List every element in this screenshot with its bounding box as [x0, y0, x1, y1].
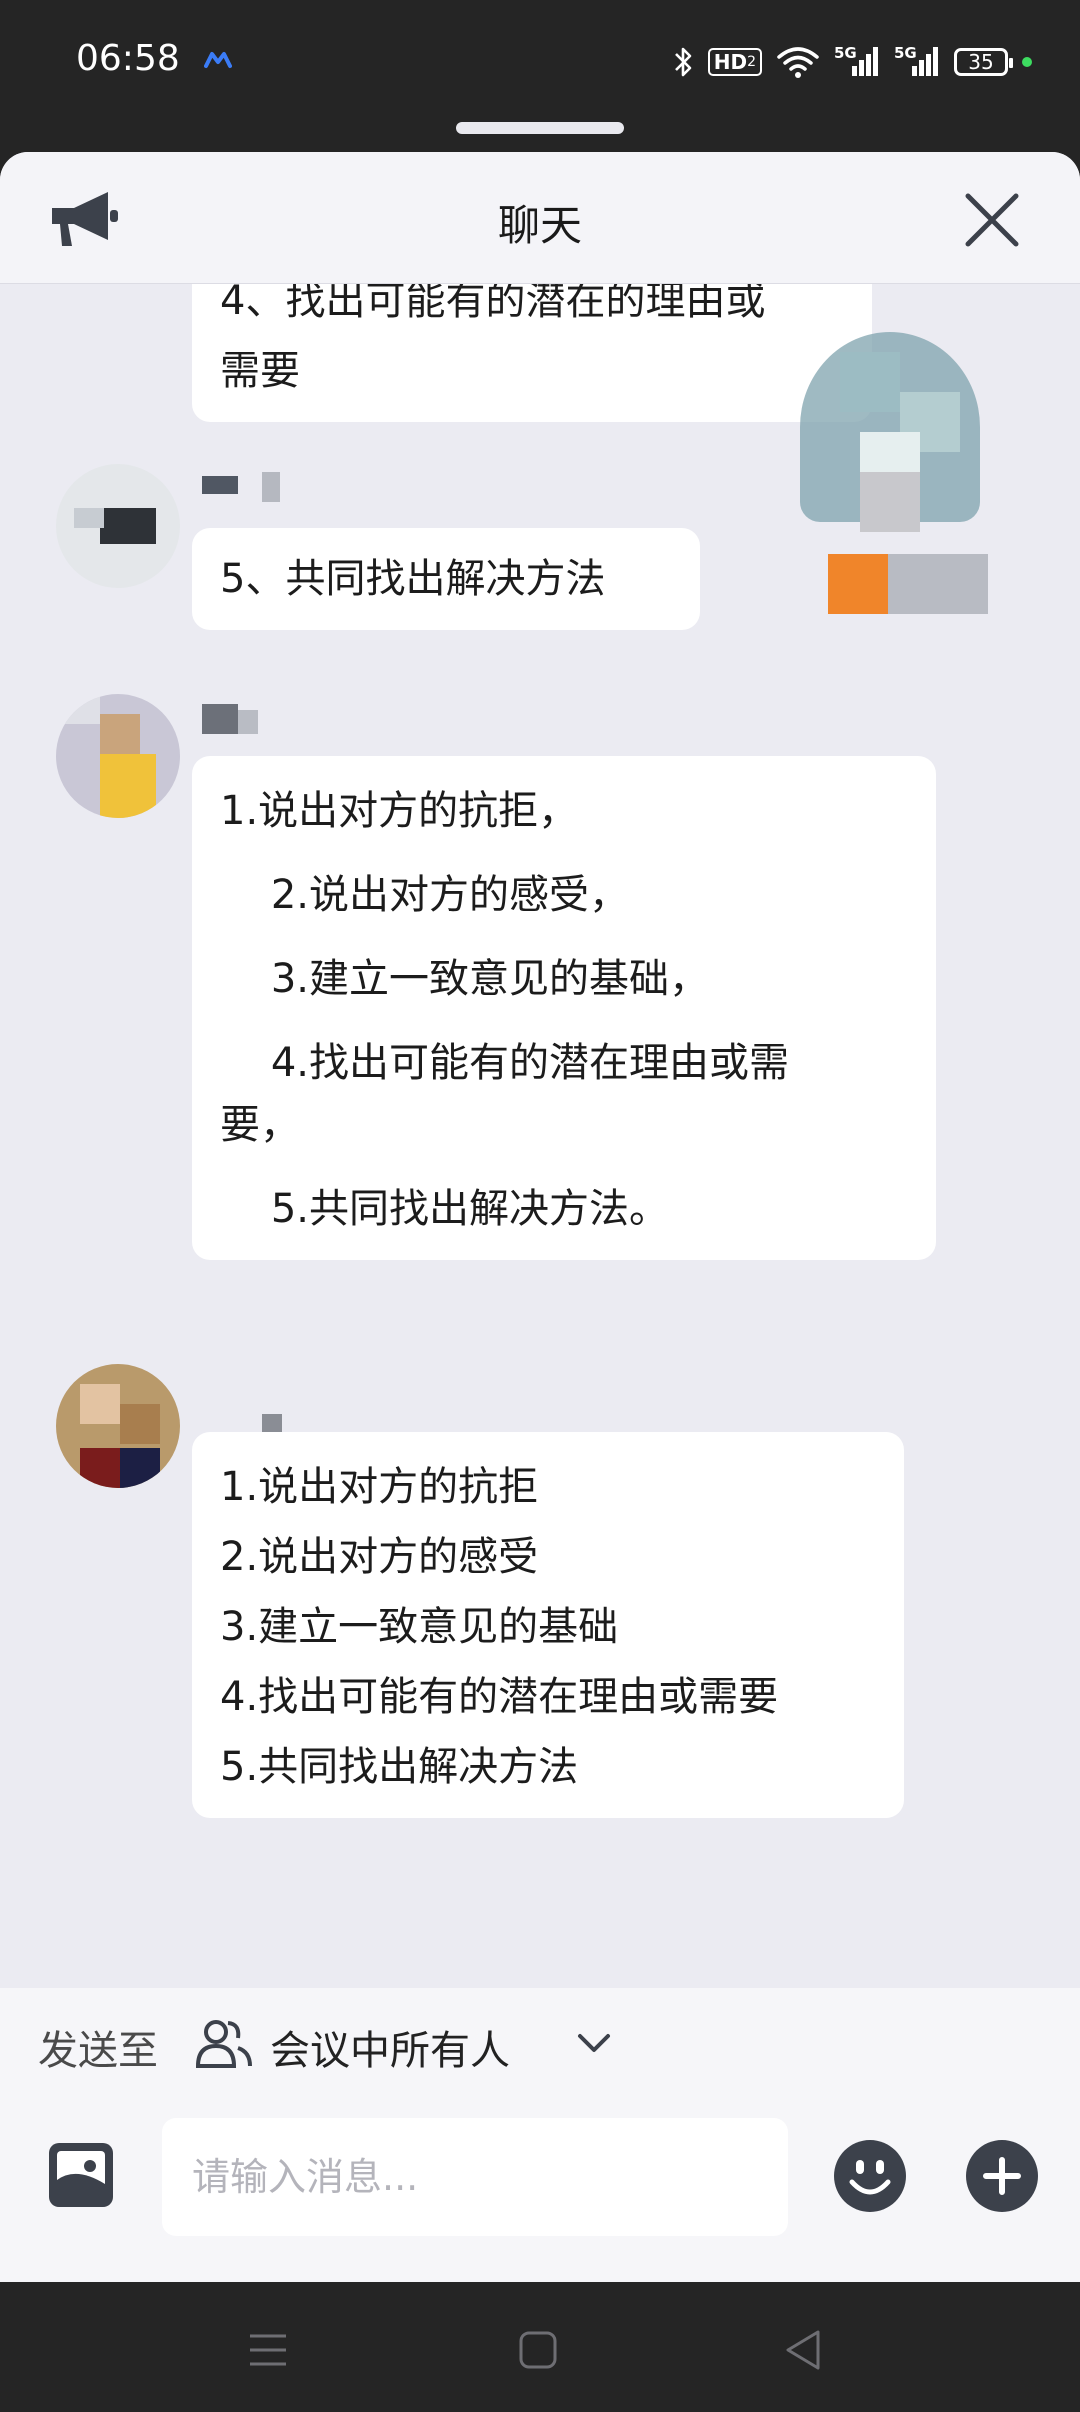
- menu-icon[interactable]: [238, 2320, 298, 2380]
- message-bubble[interactable]: 1.说出对方的抗拒， 2.说出对方的感受， 3.建立一致意见的基础， 4.找出可…: [192, 756, 936, 1260]
- message-bubble[interactable]: 1.说出对方的抗拒 2.说出对方的感受 3.建立一致意见的基础 4.找出可能有的…: [192, 1432, 904, 1818]
- avatar[interactable]: [56, 694, 180, 818]
- signal-5g-icon-1: 5G: [834, 44, 880, 80]
- message-line: 3.建立一致意见的基础: [220, 1604, 619, 1650]
- status-time: 06:58: [76, 38, 180, 79]
- send-to-target: 会议中所有人: [270, 2028, 510, 2074]
- chat-sheet: 聊天 4、找出可能有的潜在的理由或 需要 5、共同找出解决方法 1.说出对方的抗…: [0, 152, 1080, 2282]
- message-line: 4.找出可能有的潜在理由或需要: [220, 1674, 779, 1720]
- message-line: 5.共同找出解决方法。: [220, 1186, 670, 1232]
- send-to-selector[interactable]: 发送至 会议中所有人: [0, 1988, 1080, 2100]
- floating-video-avatar[interactable]: [800, 332, 1000, 632]
- bluetooth-icon: [674, 47, 692, 77]
- app-notification-icon: [204, 52, 232, 68]
- hd-sub-label: 2: [747, 54, 756, 70]
- plus-icon[interactable]: [964, 2138, 1040, 2214]
- message-line: 2.说出对方的感受，: [220, 872, 630, 918]
- emoji-icon[interactable]: [832, 2138, 908, 2214]
- message-line: 4.找出可能有的潜在理由或需: [220, 1040, 790, 1086]
- status-bar: 06:58 HD 2 5G 5G 35: [0, 0, 1080, 124]
- avatar[interactable]: [56, 464, 180, 588]
- people-icon: [196, 2020, 252, 2068]
- battery-icon: 35: [954, 48, 1013, 76]
- sender-name-redacted: [202, 472, 280, 502]
- avatar[interactable]: [56, 1364, 180, 1488]
- send-to-label: 发送至: [38, 2028, 158, 2074]
- hd-voice-icon: HD 2: [707, 48, 762, 76]
- message-input[interactable]: [162, 2118, 788, 2236]
- message-line: 5、共同找出解决方法: [220, 556, 606, 602]
- message-line: 2.说出对方的感受: [220, 1534, 539, 1580]
- privacy-indicator-dot: [1022, 57, 1032, 67]
- chat-header: 聊天: [0, 152, 1080, 284]
- wifi-icon: [777, 47, 819, 78]
- chevron-down-icon: [578, 2034, 610, 2052]
- home-icon[interactable]: [508, 2320, 568, 2380]
- image-icon[interactable]: [46, 2140, 116, 2210]
- message-list[interactable]: 4、找出可能有的潜在的理由或 需要 5、共同找出解决方法 1.说出对方的抗拒， …: [0, 284, 1080, 2134]
- system-nav-bar: [0, 2282, 1080, 2412]
- message-input-bar: [0, 2100, 1080, 2282]
- back-icon[interactable]: [774, 2320, 834, 2380]
- message-line: 4、找出可能有的潜在的理由或: [220, 284, 766, 324]
- battery-level: 35: [968, 50, 994, 74]
- hd-label: HD: [713, 50, 748, 74]
- message-line: 要，: [220, 1102, 300, 1148]
- message-line: 需要: [220, 348, 300, 394]
- chat-title: 聊天: [497, 201, 582, 250]
- close-icon[interactable]: [960, 188, 1024, 252]
- message-line: 1.说出对方的抗拒: [220, 1464, 539, 1510]
- sender-name-redacted: [202, 704, 262, 734]
- message-line: 3.建立一致意见的基础，: [220, 956, 710, 1002]
- signal-5g-icon-2: 5G: [894, 44, 940, 80]
- message-bubble[interactable]: 4、找出可能有的潜在的理由或 需要: [192, 284, 872, 422]
- message-line: 5.共同找出解决方法: [220, 1744, 579, 1790]
- message-bubble[interactable]: 5、共同找出解决方法: [192, 528, 700, 630]
- message-line: 1.说出对方的抗拒，: [220, 788, 579, 834]
- sheet-drag-handle[interactable]: [456, 122, 624, 134]
